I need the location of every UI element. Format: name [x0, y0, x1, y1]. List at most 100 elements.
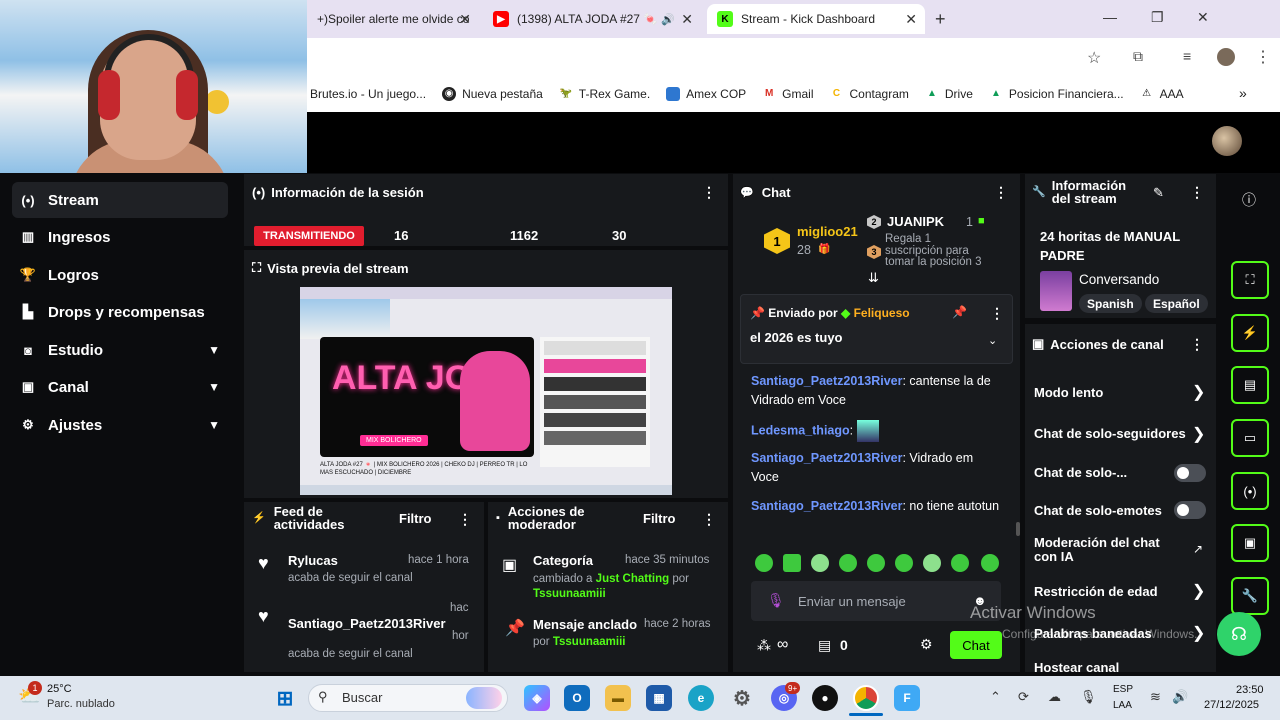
kebab-icon[interactable]: ⋮ [1190, 184, 1204, 201]
extensions-icon[interactable]: ⧉ [1133, 48, 1143, 65]
sidebar-item-ajustes[interactable]: ⚙ Ajustes ▼ [12, 407, 228, 443]
new-tab-icon[interactable]: + [935, 9, 946, 30]
copilot-icon[interactable]: ◈ [524, 685, 550, 711]
browser-tab[interactable]: ▶ (1398) ALTA JODA #27 🍬 🔊 ✕ [483, 4, 701, 34]
bookmark[interactable]: ▲ Posicion Financiera... [989, 87, 1124, 101]
clock-date[interactable]: 27/12/2025 [1204, 699, 1259, 711]
leader-name[interactable]: JUANIPK [887, 214, 944, 229]
wifi-icon[interactable]: ≋ [1150, 689, 1161, 705]
unpin-icon[interactable]: 📌 [952, 305, 967, 319]
kebab-icon[interactable]: ⋮ [702, 511, 716, 528]
pencil-icon[interactable]: ✎ [1153, 185, 1164, 201]
info-icon[interactable]: ⓘ [1242, 190, 1256, 210]
settings-icon[interactable]: ⚙ [729, 685, 755, 711]
volume-icon[interactable]: 🔊 [1172, 689, 1188, 705]
file-explorer-icon[interactable]: ▬ [605, 685, 631, 711]
rail-session-button[interactable]: (•) [1231, 472, 1269, 510]
browser-tab-active[interactable]: K Stream - Kick Dashboard ✕ [707, 4, 925, 34]
sidebar-item-drops[interactable]: ▙ Drops y recompensas [12, 294, 228, 330]
stream-preview[interactable]: ALTA JODA MIX BOLICHERO ALTA JODA #27 🍬 … [300, 287, 672, 495]
rail-info-button[interactable]: 🔧 [1231, 577, 1269, 615]
chevron-right-icon[interactable]: ❯ [1192, 382, 1205, 402]
emote-icon[interactable] [839, 554, 857, 572]
bookmark[interactable]: M Gmail [762, 87, 814, 101]
bookmark[interactable]: ◉ Nueva pestaña [442, 87, 543, 101]
clock-time[interactable]: 23:50 [1236, 684, 1264, 696]
kebab-icon[interactable]: ⋮ [458, 511, 472, 528]
bookmark[interactable]: ⚠ AAA [1140, 87, 1184, 101]
mic-icon[interactable]: 🎙 [1080, 689, 1097, 705]
chrome-icon[interactable] [853, 685, 879, 711]
store-app-icon[interactable]: ▦ [646, 685, 672, 711]
action-moderacion-ia[interactable]: Moderación del chat con IA [1034, 536, 1174, 564]
external-link-icon[interactable]: ↗ [1193, 542, 1203, 556]
toggle-switch[interactable] [1174, 501, 1206, 519]
sidebar-item-estudio[interactable]: ◙ Estudio ▼ [12, 332, 228, 368]
emote-icon[interactable] [895, 554, 913, 572]
emote-icon[interactable] [923, 554, 941, 572]
chevron-right-icon[interactable]: ❯ [1192, 581, 1205, 601]
kebab-icon[interactable]: ⋮ [994, 184, 1008, 201]
lang-secondary[interactable]: LAA [1113, 700, 1132, 711]
sync-icon[interactable]: ⟳ [1018, 689, 1029, 705]
feed-user[interactable]: Santiago_Paetz2013River [288, 616, 446, 631]
restore-icon[interactable]: ❐ [1151, 9, 1164, 26]
windows-start-icon[interactable]: ⊞ [272, 685, 298, 711]
tag[interactable]: Español [1145, 294, 1208, 313]
obs-icon[interactable]: ● [812, 685, 838, 711]
support-chat-bubble[interactable]: ☊ [1217, 612, 1261, 656]
rail-preview-button[interactable]: ⛶ [1231, 261, 1269, 299]
bookmark[interactable]: Brutes.io - Un juego... [310, 87, 426, 101]
action-solo[interactable]: Chat de solo-... [1034, 465, 1127, 480]
sidebar-item-stream[interactable]: (•) Stream [12, 182, 228, 218]
media-icon[interactable]: ≡ [1183, 48, 1191, 64]
bookmark[interactable]: Amex COP [666, 87, 746, 101]
action-solo-seguidores[interactable]: Chat de solo-seguidores [1034, 426, 1186, 441]
user-avatar[interactable] [1212, 126, 1242, 156]
chevron-up-icon[interactable]: ⌃ [990, 689, 1001, 705]
sidebar-item-logros[interactable]: 🏆 Logros [12, 257, 228, 293]
kebab-icon[interactable]: ⋮ [990, 305, 1004, 322]
chevron-down-icon[interactable]: ⌄ [988, 334, 997, 347]
lang-primary[interactable]: ESP [1113, 684, 1133, 695]
kebab-icon[interactable]: ⋮ [1190, 336, 1204, 353]
emote-icon[interactable] [811, 554, 829, 572]
tag[interactable]: Spanish [1079, 294, 1142, 313]
more-bookmarks-icon[interactable]: » [1239, 85, 1247, 101]
emote-icon[interactable] [981, 554, 999, 572]
emote-icon[interactable] [951, 554, 969, 572]
edge-icon[interactable]: e [688, 685, 714, 711]
chat-send-button[interactable]: Chat [950, 631, 1002, 659]
app-icon[interactable]: F [894, 685, 920, 711]
action-modo-lento[interactable]: Modo lento [1034, 385, 1103, 400]
star-icon[interactable]: ☆ [1087, 48, 1101, 68]
action-solo-emotes[interactable]: Chat de solo-emotes [1034, 503, 1162, 518]
mod-filter-button[interactable]: Filtro [643, 511, 676, 526]
action-restriccion-edad[interactable]: Restricción de edad [1034, 584, 1158, 599]
cloud-icon[interactable]: ☁ [1048, 689, 1061, 705]
close-icon[interactable]: ✕ [459, 11, 471, 28]
close-icon[interactable]: ✕ [905, 11, 917, 28]
close-icon[interactable]: ✕ [681, 11, 693, 28]
minimize-icon[interactable]: — [1103, 9, 1117, 25]
gear-icon[interactable]: ⚙ [920, 636, 933, 653]
audio-icon[interactable]: 🔊 [661, 13, 675, 26]
pinned-message[interactable] [740, 294, 1013, 364]
sidebar-item-canal[interactable]: ▣ Canal ▼ [12, 369, 228, 405]
outlook-icon[interactable]: O [564, 685, 590, 711]
feed-filter-button[interactable]: Filtro [399, 511, 432, 526]
mic-icon[interactable]: 🎙 [767, 592, 785, 609]
rail-mod-button[interactable]: ▤ [1231, 366, 1269, 404]
rail-activity-button[interactable]: ⚡ [1231, 314, 1269, 352]
expand-icon[interactable]: ⇊ [868, 270, 879, 286]
browser-tab[interactable]: +)Spoiler alerte me olvide co ✕ [307, 4, 479, 34]
leader-name[interactable]: miglioo21 [797, 224, 858, 239]
toggle-switch[interactable] [1174, 464, 1206, 482]
emote-icon[interactable] [755, 554, 773, 572]
store-icon[interactable]: ▤ [818, 637, 831, 654]
bookmark[interactable]: 🦖 T-Rex Game. [559, 87, 651, 101]
window-close-icon[interactable]: ✕ [1197, 9, 1209, 26]
emote-icon[interactable] [867, 554, 885, 572]
profile-avatar[interactable] [1217, 48, 1235, 66]
rail-chat-button[interactable]: ▭ [1231, 419, 1269, 457]
